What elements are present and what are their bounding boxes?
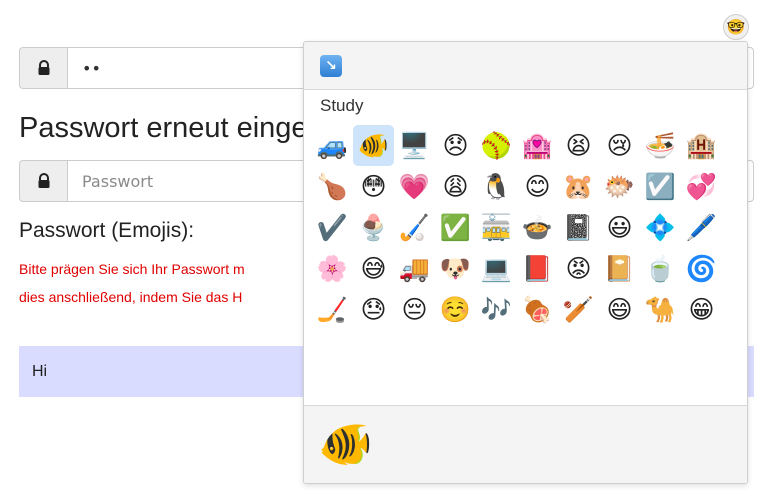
emoji-cell[interactable]: 🐪 [640, 289, 681, 330]
emoji-cell[interactable]: 📕 [517, 248, 558, 289]
emoji-cell[interactable]: 🐡 [599, 166, 640, 207]
emoji-cell[interactable]: 🍖 [517, 289, 558, 330]
emoji-cell[interactable]: 🐧 [476, 166, 517, 207]
emoji-cell[interactable]: 🏨 [681, 125, 722, 166]
emoji-cell[interactable]: 😢 [599, 125, 640, 166]
emoji-cell[interactable]: 😔 [394, 289, 435, 330]
emoji-picker-trigger[interactable]: 🤓 [723, 14, 749, 40]
emoji-cell[interactable]: 😫 [558, 125, 599, 166]
emoji-cell[interactable]: 🍲 [517, 207, 558, 248]
emoji-cell[interactable]: 🖥️ [394, 125, 435, 166]
emoji-cell[interactable]: 🌸 [312, 248, 353, 289]
emoji-picker: ↘ Study 🚙 🐠 🖥️ 😞 🥎 🏩 😫 😢 🍜 🏨 🍗 😳 💗 😩 🐧 😊 🐹 🐡 ☑️ 💞 ✔️ 🍨 🏑 ✅ 🚋 🍲 📓 😃 💠… [303, 41, 748, 484]
lock-icon [38, 60, 49, 75]
picker-category-title: Study [320, 96, 364, 115]
emoji-cell[interactable]: 🚙 [312, 125, 353, 166]
emoji-cell[interactable]: 😄 [599, 289, 640, 330]
emoji-cell[interactable]: 💠 [640, 207, 681, 248]
expand-arrow-icon[interactable]: ↘ [320, 54, 342, 77]
emoji-cell[interactable]: 😞 [435, 125, 476, 166]
emoji-cell[interactable]: 🚚 [394, 248, 435, 289]
repeat-addon [19, 160, 67, 202]
emoji-cell[interactable]: 😳 [353, 166, 394, 207]
emoji-cell[interactable]: 😩 [435, 166, 476, 207]
hint-line-1: Bitte prägen Sie sich Ihr Passwort m [19, 261, 245, 277]
emoji-password-heading: Passwort (Emojis): [19, 219, 195, 242]
picker-footer: 🐠 [304, 405, 747, 483]
emoji-cell[interactable]: 🚋 [476, 207, 517, 248]
emoji-cell[interactable]: 🐹 [558, 166, 599, 207]
emoji-cell[interactable]: 🌀 [681, 248, 722, 289]
emoji-cell[interactable]: 😅 [353, 248, 394, 289]
emoji-cell[interactable]: 🍵 [640, 248, 681, 289]
emoji-cell[interactable]: 🍜 [640, 125, 681, 166]
emoji-cell[interactable]: 🏒 [312, 289, 353, 330]
emoji-cell[interactable]: 🍗 [312, 166, 353, 207]
emoji-cell[interactable]: 🏏 [558, 289, 599, 330]
emoji-cell[interactable]: ☺️ [435, 289, 476, 330]
emoji-cell[interactable]: ✅ [435, 207, 476, 248]
emoji-grid: 🚙 🐠 🖥️ 😞 🥎 🏩 😫 😢 🍜 🏨 🍗 😳 💗 😩 🐧 😊 🐹 🐡 ☑️ 💞 ✔️ 🍨 🏑 ✅ 🚋 🍲 📓 😃 💠 🖊️ 🌸 😅 🚚 🐶 💻 📕… [312, 125, 722, 330]
picker-header: ↘ [304, 42, 747, 90]
lock-icon [38, 173, 49, 188]
emoji-cell[interactable]: 📓 [558, 207, 599, 248]
emoji-cell[interactable]: 🏩 [517, 125, 558, 166]
emoji-cell[interactable]: 🎶 [476, 289, 517, 330]
emoji-cell[interactable]: ☑️ [640, 166, 681, 207]
emoji-cell[interactable]: 🏑 [394, 207, 435, 248]
hint-line-2: dies anschließend, indem Sie das H [19, 289, 243, 305]
emoji-input-value: Hi [32, 362, 48, 380]
emoji-cell[interactable]: 🍨 [353, 207, 394, 248]
emoji-cell[interactable]: 💗 [394, 166, 435, 207]
emoji-cell[interactable]: 😃 [599, 207, 640, 248]
nerd-face-icon: 🤓 [726, 17, 746, 36]
emoji-cell[interactable]: 💞 [681, 166, 722, 207]
emoji-preview: 🐠 [318, 418, 373, 470]
emoji-cell[interactable]: 😓 [353, 289, 394, 330]
emoji-cell[interactable]: 🐶 [435, 248, 476, 289]
password-addon [19, 47, 67, 89]
emoji-cell[interactable]: 🐠 [353, 125, 394, 166]
emoji-cell[interactable]: 📔 [599, 248, 640, 289]
emoji-cell[interactable]: 💻 [476, 248, 517, 289]
emoji-cell[interactable]: ✔️ [312, 207, 353, 248]
emoji-cell[interactable]: 🖊️ [681, 207, 722, 248]
emoji-cell[interactable]: 😡 [558, 248, 599, 289]
emoji-cell[interactable]: 😁 [681, 289, 722, 330]
emoji-cell[interactable]: 😊 [517, 166, 558, 207]
emoji-cell[interactable]: 🥎 [476, 125, 517, 166]
